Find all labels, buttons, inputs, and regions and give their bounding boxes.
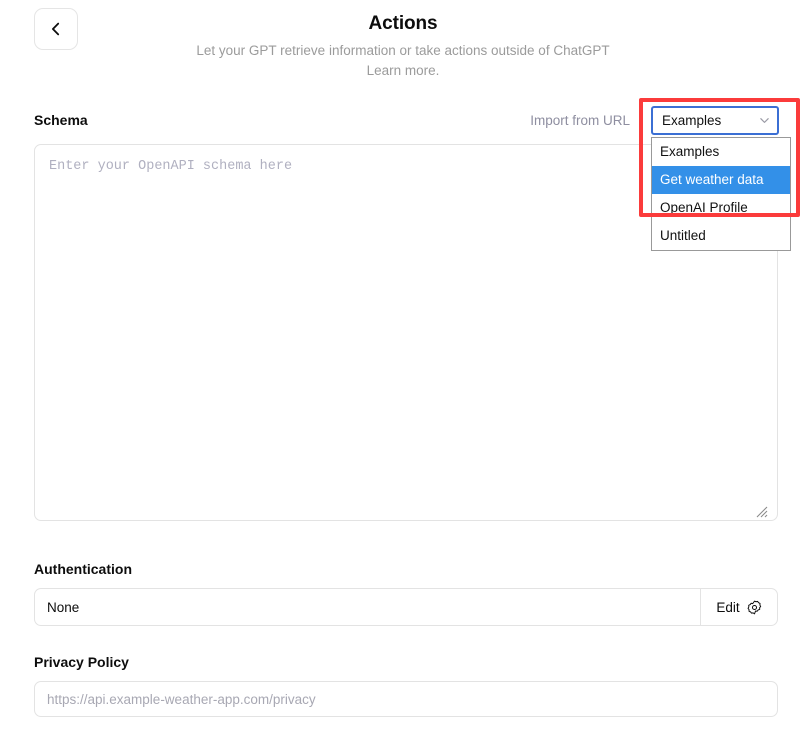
authentication-edit-label: Edit bbox=[716, 599, 740, 615]
dropdown-option-openai-profile[interactable]: OpenAI Profile bbox=[652, 194, 790, 222]
gear-icon bbox=[747, 600, 762, 615]
authentication-value: None bbox=[34, 588, 700, 626]
examples-dropdown-list[interactable]: Examples Get weather data OpenAI Profile… bbox=[651, 137, 791, 251]
authentication-edit-button[interactable]: Edit bbox=[700, 588, 778, 626]
authentication-label: Authentication bbox=[34, 561, 132, 577]
chevron-down-icon bbox=[758, 114, 771, 127]
page-title: Actions bbox=[368, 13, 438, 34]
privacy-policy-label: Privacy Policy bbox=[34, 654, 129, 670]
authentication-row: None Edit bbox=[34, 588, 778, 626]
actions-settings-page: Actions Let your GPT retrieve informatio… bbox=[0, 0, 806, 740]
page-subtitle: Let your GPT retrieve information or tak… bbox=[0, 41, 806, 81]
dropdown-option-examples[interactable]: Examples bbox=[652, 138, 790, 166]
privacy-policy-input[interactable] bbox=[34, 681, 778, 717]
dropdown-option-get-weather-data[interactable]: Get weather data bbox=[652, 166, 790, 194]
schema-label: Schema bbox=[34, 112, 88, 128]
examples-select[interactable]: Examples bbox=[651, 106, 779, 135]
page-subtitle-text: Let your GPT retrieve information or tak… bbox=[196, 43, 610, 58]
learn-more-link[interactable]: Learn more. bbox=[0, 61, 806, 81]
dropdown-option-untitled[interactable]: Untitled bbox=[652, 222, 790, 250]
page-header: Actions Let your GPT retrieve informatio… bbox=[0, 0, 806, 96]
examples-select-value: Examples bbox=[662, 113, 722, 128]
import-from-url-button[interactable]: Import from URL bbox=[530, 113, 630, 128]
